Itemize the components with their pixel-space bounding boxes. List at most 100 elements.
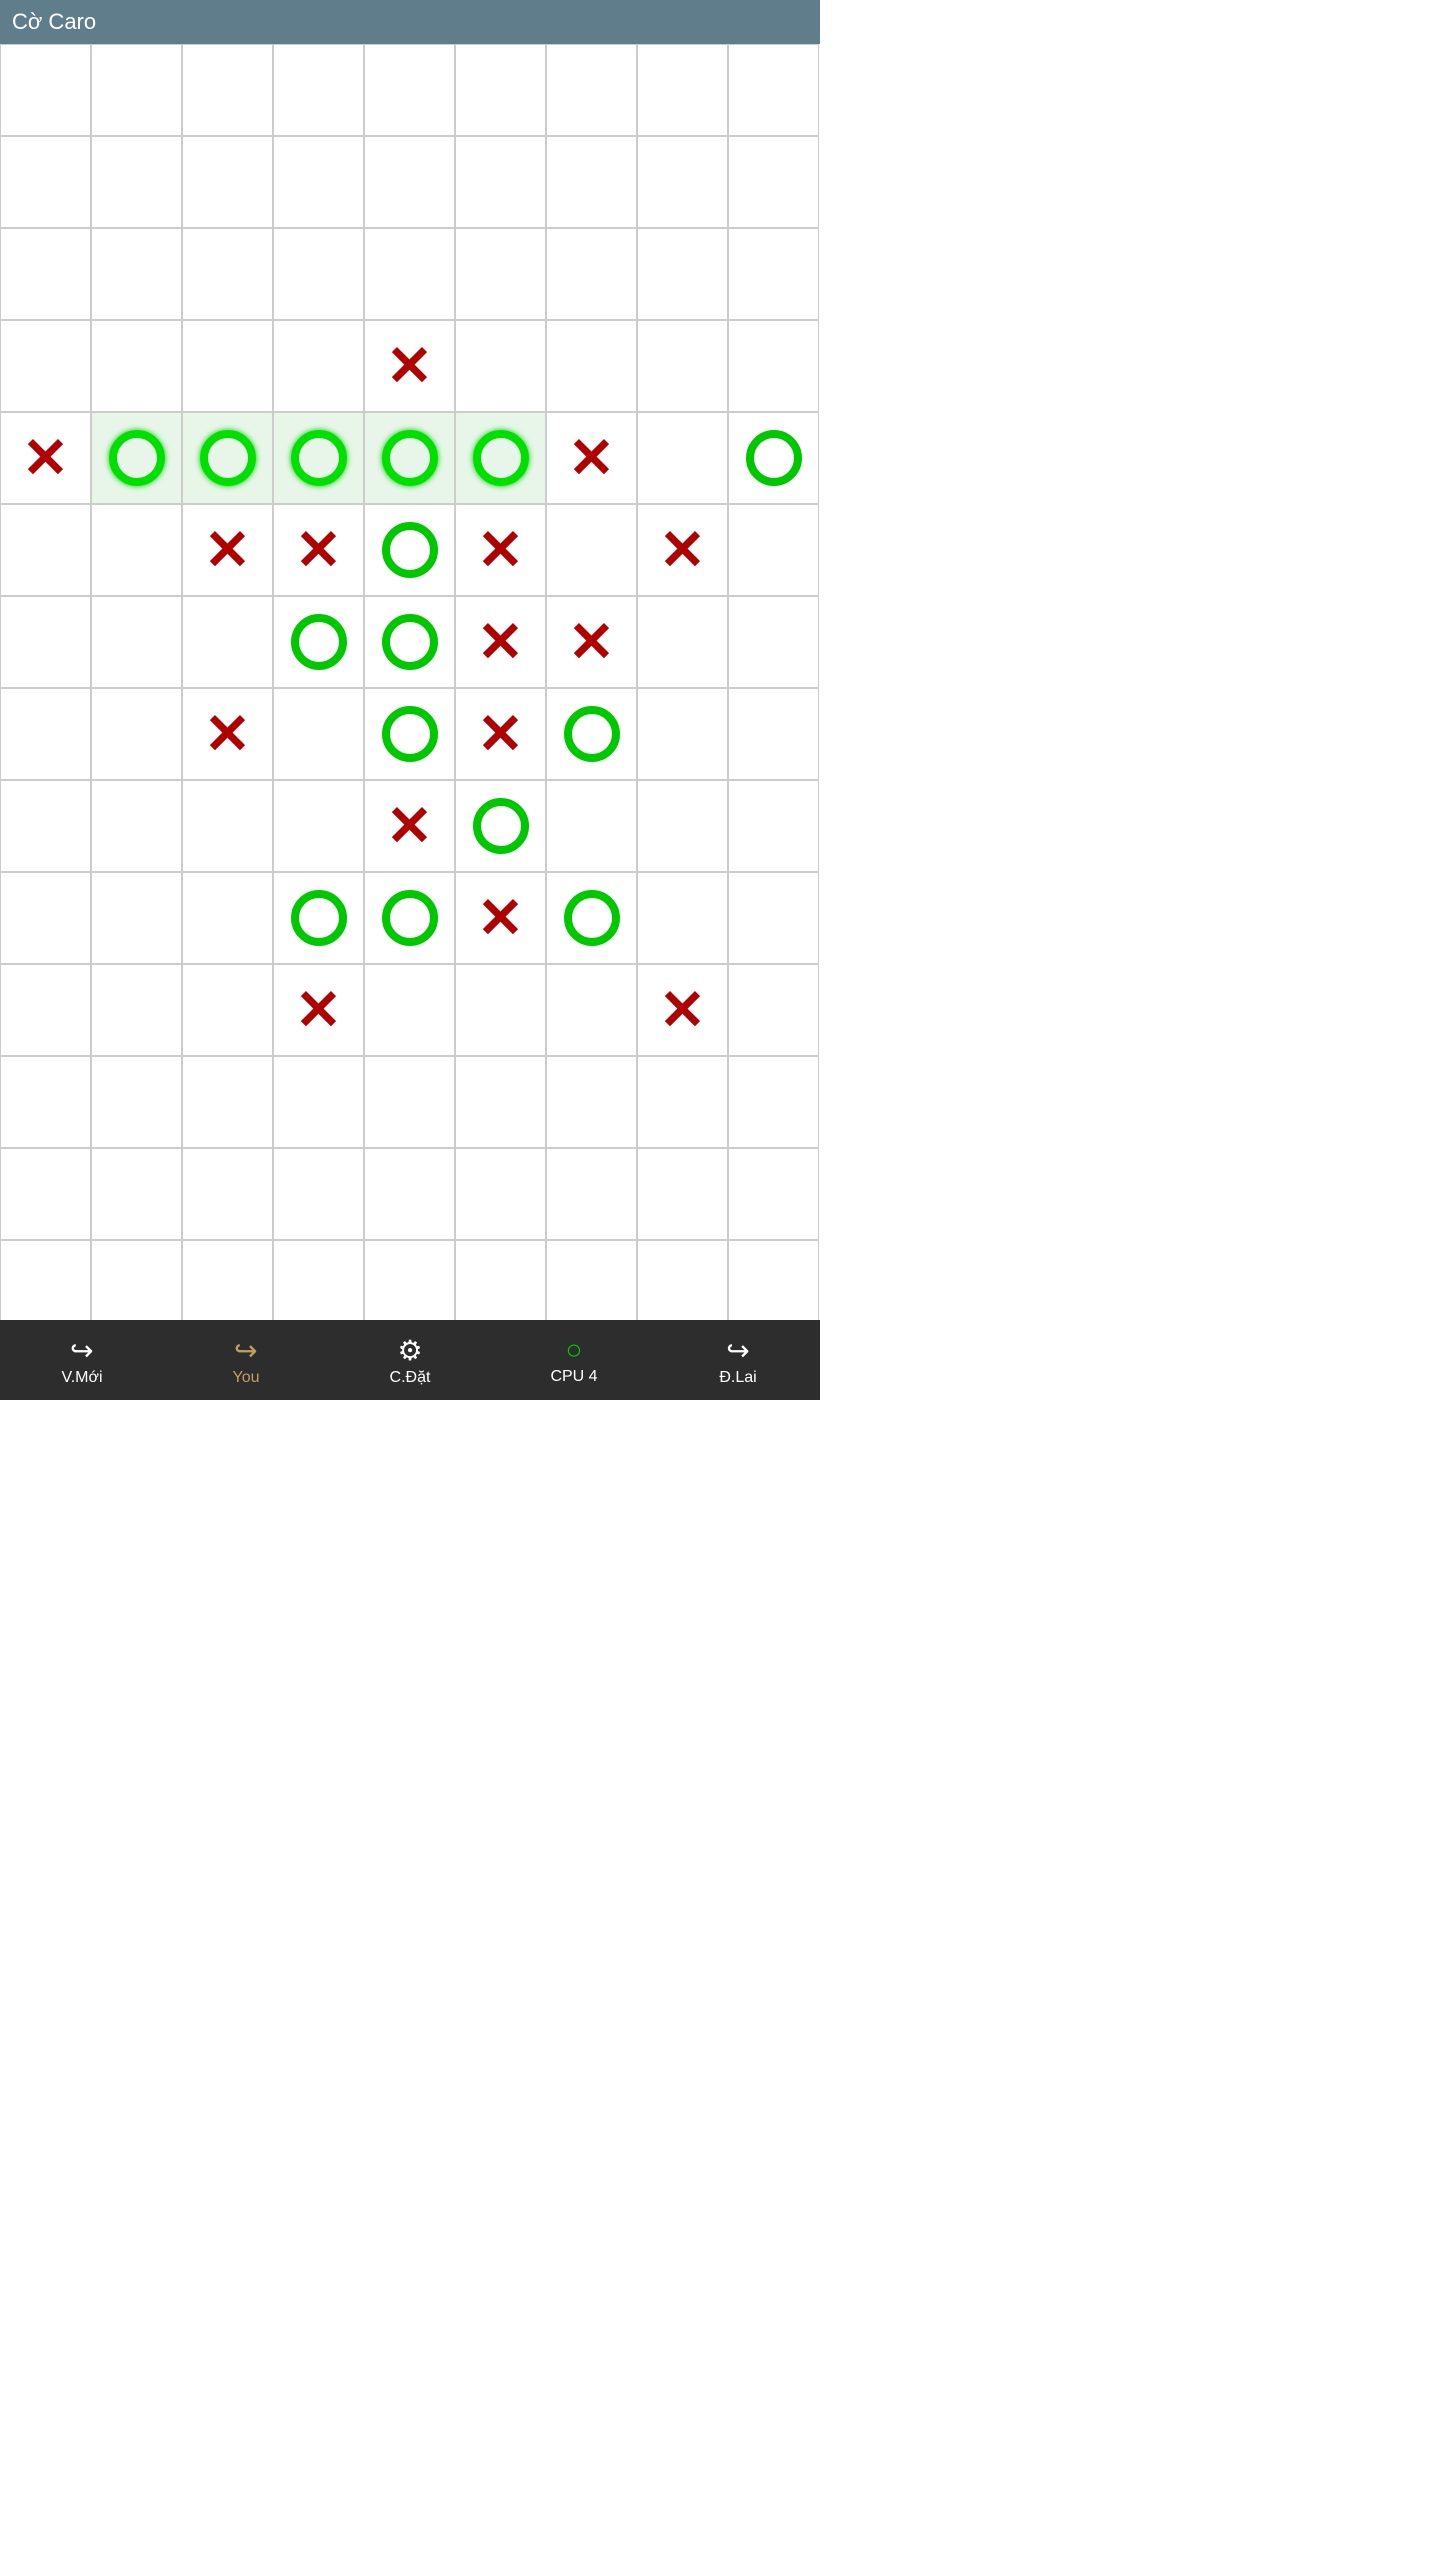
cell-10-6[interactable] [546,964,637,1056]
cell-9-1[interactable] [91,872,182,964]
cell-3-7[interactable] [637,320,728,412]
cell-5-8[interactable] [728,504,819,596]
cell-7-7[interactable] [637,688,728,780]
cell-10-8[interactable] [728,964,819,1056]
cell-0-1[interactable] [91,44,182,136]
game-board[interactable]: ✕✕✕✕✕✕✕✕✕✕✕✕✕✕✕ [0,44,820,1334]
cell-13-0[interactable] [0,1240,91,1332]
cell-9-7[interactable] [637,872,728,964]
cell-0-7[interactable] [637,44,728,136]
cell-10-2[interactable] [182,964,273,1056]
cell-0-2[interactable] [182,44,273,136]
cell-1-5[interactable] [455,136,546,228]
cell-7-1[interactable] [91,688,182,780]
cell-7-0[interactable] [0,688,91,780]
cell-8-2[interactable] [182,780,273,872]
cell-2-1[interactable] [91,228,182,320]
cell-12-2[interactable] [182,1148,273,1240]
cell-13-3[interactable] [273,1240,364,1332]
cpu-button[interactable]: ○ CPU 4 [534,1334,614,1386]
cell-13-6[interactable] [546,1240,637,1332]
cell-12-0[interactable] [0,1148,91,1240]
cell-11-3[interactable] [273,1056,364,1148]
cell-8-3[interactable] [273,780,364,872]
cell-12-6[interactable] [546,1148,637,1240]
cell-12-8[interactable] [728,1148,819,1240]
cell-2-2[interactable] [182,228,273,320]
cell-1-8[interactable] [728,136,819,228]
cell-2-6[interactable] [546,228,637,320]
cell-6-7[interactable] [637,596,728,688]
cell-3-1[interactable] [91,320,182,412]
cell-1-3[interactable] [273,136,364,228]
cell-3-3[interactable] [273,320,364,412]
cell-11-0[interactable] [0,1056,91,1148]
cell-11-4[interactable] [364,1056,455,1148]
cell-11-1[interactable] [91,1056,182,1148]
you-button[interactable]: ↩ You [206,1334,286,1387]
cell-3-8[interactable] [728,320,819,412]
cell-13-4[interactable] [364,1240,455,1332]
cell-13-8[interactable] [728,1240,819,1332]
redo-button[interactable]: ↪ Đ.Lai [698,1334,778,1387]
cell-13-7[interactable] [637,1240,728,1332]
cell-2-4[interactable] [364,228,455,320]
cell-0-5[interactable] [455,44,546,136]
cell-10-1[interactable] [91,964,182,1056]
cell-3-6[interactable] [546,320,637,412]
cell-12-5[interactable] [455,1148,546,1240]
cell-3-5[interactable] [455,320,546,412]
cell-13-1[interactable] [91,1240,182,1332]
cell-1-1[interactable] [91,136,182,228]
cell-6-2[interactable] [182,596,273,688]
cell-12-1[interactable] [91,1148,182,1240]
cell-5-0[interactable] [0,504,91,596]
cell-13-2[interactable] [182,1240,273,1332]
cell-0-0[interactable] [0,44,91,136]
cell-6-8[interactable] [728,596,819,688]
cell-10-0[interactable] [0,964,91,1056]
cell-8-0[interactable] [0,780,91,872]
settings-button[interactable]: ⚙ C.Đặt [370,1334,450,1387]
cell-2-0[interactable] [0,228,91,320]
cell-0-4[interactable] [364,44,455,136]
cell-6-0[interactable] [0,596,91,688]
cell-2-5[interactable] [455,228,546,320]
cell-1-0[interactable] [0,136,91,228]
cell-5-1[interactable] [91,504,182,596]
cell-4-7[interactable] [637,412,728,504]
cell-1-2[interactable] [182,136,273,228]
cell-3-2[interactable] [182,320,273,412]
cell-8-1[interactable] [91,780,182,872]
cell-6-1[interactable] [91,596,182,688]
cell-11-7[interactable] [637,1056,728,1148]
cell-1-7[interactable] [637,136,728,228]
cell-1-4[interactable] [364,136,455,228]
cell-12-3[interactable] [273,1148,364,1240]
cell-8-7[interactable] [637,780,728,872]
cell-11-8[interactable] [728,1056,819,1148]
cell-8-6[interactable] [546,780,637,872]
cell-0-8[interactable] [728,44,819,136]
cell-12-4[interactable] [364,1148,455,1240]
cell-1-6[interactable] [546,136,637,228]
cell-9-8[interactable] [728,872,819,964]
cell-8-8[interactable] [728,780,819,872]
cell-2-8[interactable] [728,228,819,320]
cell-7-3[interactable] [273,688,364,780]
cell-0-3[interactable] [273,44,364,136]
new-game-button[interactable]: ↩ V.Mới [42,1334,122,1387]
cell-10-5[interactable] [455,964,546,1056]
cell-11-6[interactable] [546,1056,637,1148]
cell-13-5[interactable] [455,1240,546,1332]
cell-11-5[interactable] [455,1056,546,1148]
cell-0-6[interactable] [546,44,637,136]
cell-2-7[interactable] [637,228,728,320]
cell-7-8[interactable] [728,688,819,780]
cell-2-3[interactable] [273,228,364,320]
cell-11-2[interactable] [182,1056,273,1148]
cell-12-7[interactable] [637,1148,728,1240]
cell-9-0[interactable] [0,872,91,964]
cell-10-4[interactable] [364,964,455,1056]
cell-9-2[interactable] [182,872,273,964]
